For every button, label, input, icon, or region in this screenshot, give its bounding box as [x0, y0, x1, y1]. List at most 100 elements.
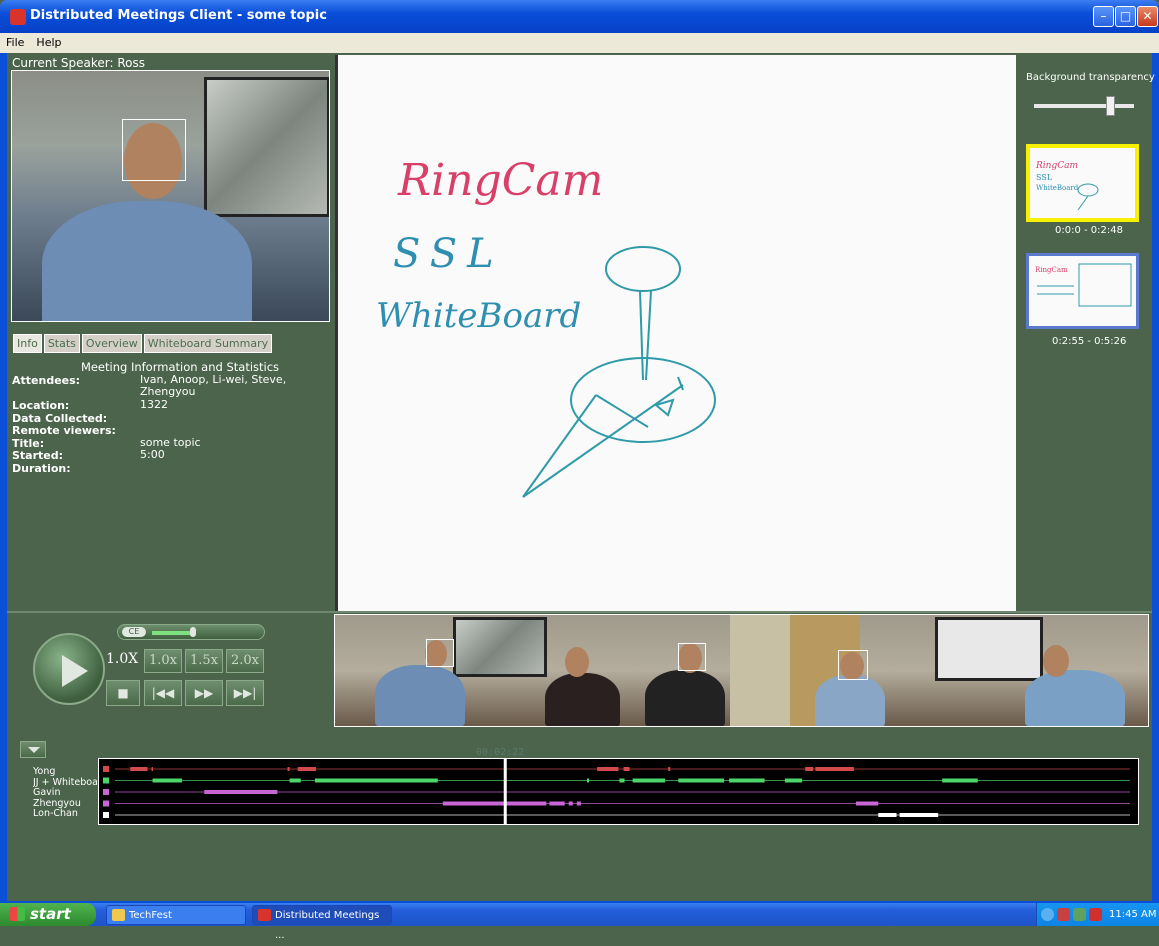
- speech-segment[interactable]: [151, 767, 154, 771]
- volume-control[interactable]: CE: [117, 624, 265, 640]
- transparency-label: Background transparency: [1026, 72, 1155, 83]
- fast-forward-button[interactable]: ▶▶: [185, 680, 223, 706]
- window-title: Distributed Meetings Client - some topic: [30, 8, 327, 23]
- tab-overview[interactable]: Overview: [81, 334, 142, 353]
- speaker-name: Lon-Chan: [33, 808, 78, 819]
- pano-face-box: [838, 650, 868, 680]
- maximize-button[interactable]: □: [1115, 6, 1136, 27]
- panoramic-video: [334, 614, 1149, 727]
- speech-segment[interactable]: [942, 778, 978, 783]
- face-box: [122, 119, 186, 181]
- volume-knob[interactable]: [190, 627, 196, 637]
- speech-segment[interactable]: [805, 767, 814, 771]
- speed-1-5x-button[interactable]: 1.5x: [185, 649, 223, 673]
- info-row: Data Collected:: [12, 412, 332, 425]
- speech-segment[interactable]: [130, 767, 148, 771]
- speech-segment[interactable]: [289, 778, 301, 783]
- speaker-names: Yong JJ + Whiteboard Gavin Zhengyou Lon-…: [33, 767, 97, 820]
- timeline-svg: [103, 759, 1130, 824]
- tab-stats[interactable]: Stats: [43, 334, 80, 353]
- thumb-text: SSL: [1036, 173, 1053, 182]
- speech-segment[interactable]: [899, 813, 939, 817]
- speech-segment[interactable]: [855, 801, 879, 806]
- tray-icon[interactable]: [1089, 908, 1102, 921]
- speech-segment[interactable]: [287, 767, 290, 771]
- transparency-slider[interactable]: [1034, 96, 1134, 116]
- speed-1x-button[interactable]: 1.0x: [144, 649, 182, 673]
- whiteboard-thumbnail[interactable]: RingCam SSL WhiteBoard: [1026, 144, 1139, 222]
- speaker-timeline[interactable]: [98, 758, 1139, 825]
- whiteboard-drawing: RingCam SSL WhiteBoard: [376, 155, 716, 498]
- thumb-text: WhiteBoard: [1036, 184, 1079, 192]
- speech-segment[interactable]: [623, 767, 630, 771]
- speech-segment[interactable]: [678, 778, 724, 783]
- tab-whiteboard-summary[interactable]: Whiteboard Summary: [143, 334, 273, 353]
- wall-painting: [204, 77, 329, 217]
- start-button[interactable]: start: [0, 903, 96, 926]
- info-value: some topic: [140, 435, 201, 449]
- speech-segment[interactable]: [586, 778, 590, 783]
- speech-segment[interactable]: [576, 801, 581, 806]
- menu-file[interactable]: File: [0, 33, 30, 49]
- speech-segment[interactable]: [549, 801, 565, 806]
- speech-segment[interactable]: [619, 778, 625, 783]
- speech-segment[interactable]: [729, 778, 765, 783]
- speaker-color-marker: [103, 777, 109, 784]
- task-distributed-meetings[interactable]: Distributed Meetings ...: [252, 905, 392, 941]
- wb-text-whiteboard: WhiteBoard: [376, 296, 581, 336]
- folder-icon: [112, 909, 125, 921]
- speech-segment[interactable]: [314, 778, 438, 783]
- panel-divider: [7, 611, 1152, 613]
- speech-segment[interactable]: [204, 790, 278, 794]
- info-row: Location: 1322: [12, 398, 332, 413]
- tab-info[interactable]: Info: [13, 334, 42, 353]
- current-speed: 1.0X: [106, 651, 139, 667]
- app-icon: [10, 9, 26, 25]
- rewind-button[interactable]: |◀◀: [144, 680, 182, 706]
- speaker-body: [42, 201, 252, 321]
- stop-button[interactable]: ■: [106, 680, 140, 706]
- clock: 11:45 AM: [1109, 909, 1157, 920]
- play-button[interactable]: [33, 633, 105, 705]
- speech-segment[interactable]: [632, 778, 666, 783]
- info-value: 5:00: [140, 448, 165, 461]
- speech-segment[interactable]: [568, 801, 573, 806]
- menu-help[interactable]: Help: [30, 33, 67, 49]
- skip-end-button[interactable]: ▶▶|: [226, 680, 264, 706]
- wb-sketch: [522, 246, 716, 498]
- close-button[interactable]: ✕: [1137, 6, 1158, 27]
- info-row: Title: some topic: [12, 435, 332, 450]
- pano-person: [1025, 670, 1125, 726]
- speech-segment[interactable]: [668, 767, 671, 771]
- tray-icon[interactable]: [1057, 908, 1070, 921]
- speech-segment[interactable]: [297, 767, 316, 771]
- info-key: Started:: [12, 449, 64, 462]
- pano-face-box: [426, 639, 454, 667]
- thumb-sketch: RingCam SSL WhiteBoard: [1035, 161, 1099, 211]
- pano-whiteboard: [935, 617, 1043, 681]
- info-row: Attendees: Ivan, Anoop, Li-wei, Steve, Zh…: [12, 374, 332, 399]
- speaker-color-marker: [103, 812, 109, 818]
- title-bar[interactable]: Distributed Meetings Client - some topic…: [0, 0, 1159, 33]
- whiteboard-thumbnail[interactable]: RingCam: [1026, 253, 1139, 329]
- speed-2x-button[interactable]: 2.0x: [226, 649, 264, 673]
- playhead[interactable]: [503, 759, 507, 824]
- whiteboard-view[interactable]: RingCam SSL WhiteBoard: [335, 55, 1016, 611]
- minimize-button[interactable]: –: [1093, 6, 1114, 27]
- speech-segment[interactable]: [152, 778, 182, 783]
- speech-segment[interactable]: [815, 767, 854, 771]
- speech-segment[interactable]: [442, 801, 547, 806]
- pano-head: [1043, 645, 1069, 677]
- info-key: Attendees:: [12, 374, 81, 387]
- start-label: start: [30, 905, 71, 923]
- speaker-color-marker: [103, 766, 109, 772]
- task-techfest[interactable]: TechFest: [106, 905, 246, 925]
- speech-segment[interactable]: [597, 767, 619, 771]
- collapse-timeline-button[interactable]: [20, 741, 46, 758]
- info-value: 1322: [140, 398, 168, 411]
- slider-knob[interactable]: [1106, 96, 1115, 116]
- speech-segment[interactable]: [878, 813, 897, 817]
- tray-icon[interactable]: [1073, 908, 1086, 921]
- tray-icon[interactable]: [1041, 908, 1054, 921]
- speech-segment[interactable]: [784, 778, 803, 783]
